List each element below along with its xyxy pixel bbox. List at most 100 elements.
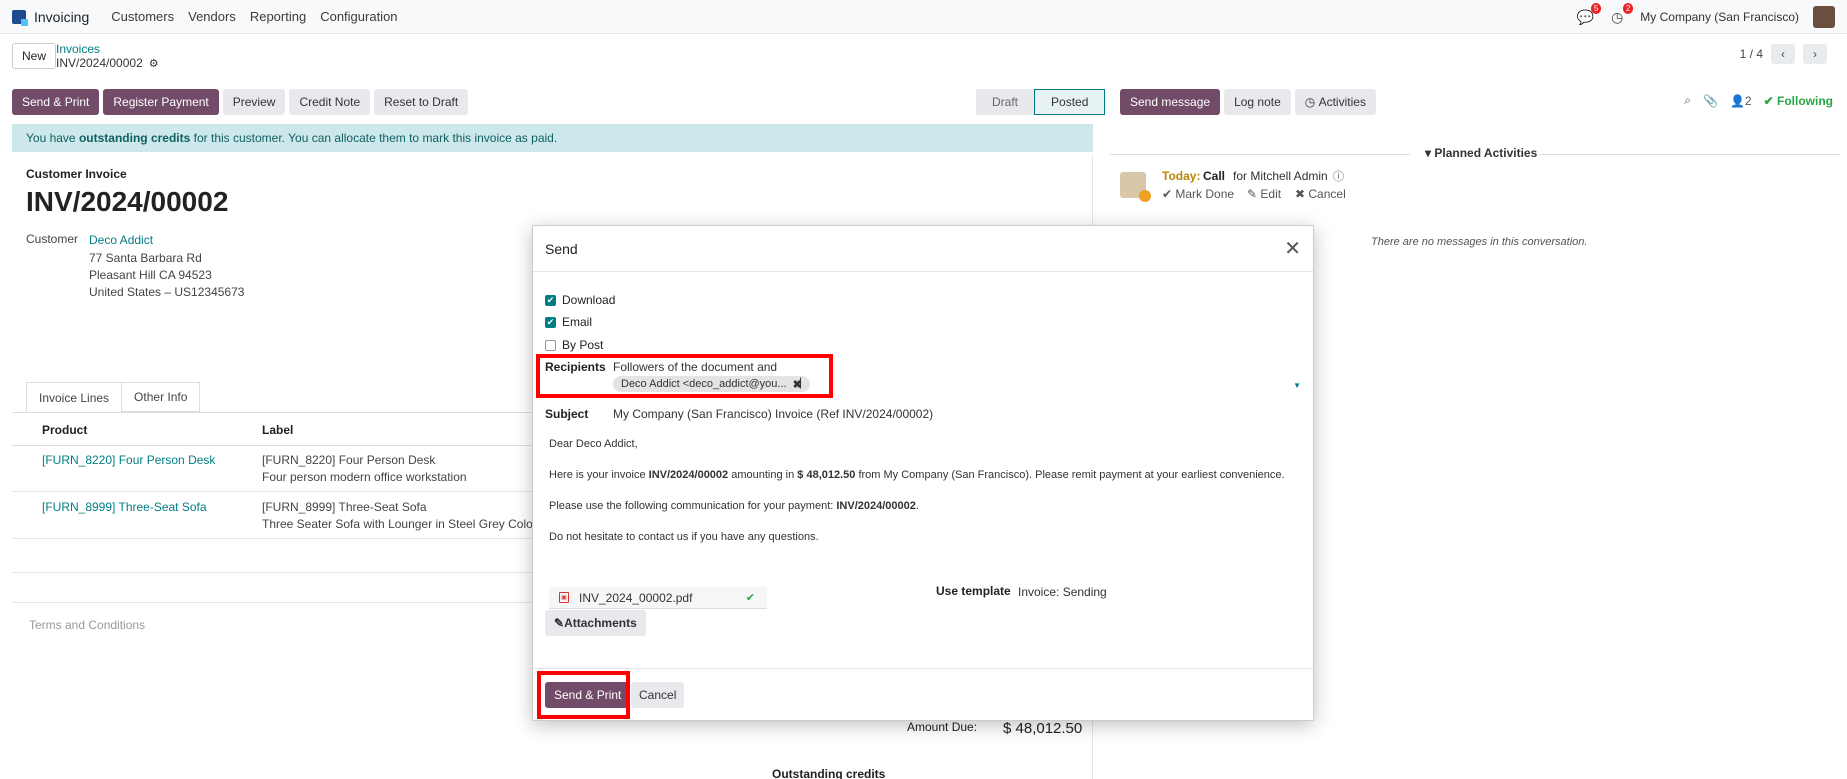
by-post-option[interactable]: By Post [545, 338, 603, 352]
pager-value: 1 / 4 [1739, 47, 1763, 61]
attachment-item[interactable]: ▣ INV_2024_00002.pdf ✔ [549, 587, 767, 609]
planned-activities-divider: ▾ Planned Activities [1110, 146, 1847, 162]
line1-desc: Four person modern office workstation [262, 470, 467, 484]
send-print-button[interactable]: Send & Print [12, 89, 100, 115]
email-label: Email [562, 315, 593, 329]
dialog-cancel-button[interactable]: Cancel [631, 682, 685, 708]
chevron-down-icon[interactable]: ▼ [1293, 381, 1301, 390]
dialog-footer-divider [533, 668, 1315, 669]
activities-badge: 2 [1622, 3, 1634, 14]
line2-a: Please use the following communication f… [549, 500, 837, 512]
download-label: Download [562, 293, 616, 307]
check-icon: ✔ [745, 592, 755, 604]
close-icon[interactable]: ✕ [1284, 236, 1301, 261]
cancel-activity-button[interactable]: ✖ Cancel [1295, 187, 1346, 201]
top-navbar: Invoicing Customers Vendors Reporting Co… [0, 0, 1847, 34]
preview-button[interactable]: Preview [222, 89, 286, 115]
line1-e: from My Company (San Francisco). Please … [855, 469, 1285, 481]
following-button[interactable]: ✔ Following [1764, 94, 1833, 108]
user-avatar[interactable] [1813, 6, 1835, 28]
email-body-line3[interactable]: Do not hesitate to contact us if you hav… [549, 531, 819, 543]
line1-d: $ 48,012.50 [797, 469, 856, 481]
invoicing-app-icon[interactable] [12, 9, 28, 26]
line1-product[interactable]: [FURN_8220] Four Person Desk [42, 453, 215, 467]
paperclip-icon: ✎ [554, 616, 565, 630]
activity-phone-icon [1139, 190, 1151, 202]
address-line-2: Pleasant Hill CA 94523 [89, 268, 212, 282]
email-body-line1[interactable]: Here is your invoice INV/2024/00002 amou… [549, 469, 1285, 481]
planned-activities-toggle[interactable]: ▾ Planned Activities [1425, 146, 1537, 160]
attachments-button[interactable]: ✎ Attachments [545, 610, 646, 636]
menu-reporting[interactable]: Reporting [250, 9, 306, 24]
gear-icon[interactable]: ⚙ [149, 57, 159, 70]
activities-label: Activities [1318, 95, 1366, 109]
email-option[interactable]: ✔ Email [545, 315, 592, 329]
email-body-greeting[interactable]: Dear Deco Addict, [549, 438, 638, 450]
email-checkbox[interactable]: ✔ [545, 316, 556, 328]
attachment-name[interactable]: INV_2024_00002.pdf [579, 591, 692, 605]
line2-desc: Three Seater Sofa with Lounger in Steel … [262, 517, 544, 531]
mark-done-button[interactable]: ✔ Mark Done [1162, 187, 1234, 201]
menu-vendors[interactable]: Vendors [188, 9, 236, 24]
activity-for: for Mitchell Admin [1233, 169, 1328, 183]
pager-next-icon[interactable]: › [1803, 44, 1827, 64]
amount-due-label: Amount Due: [907, 720, 978, 734]
send-dialog: Send ✕ ✔ Download ✔ Email By Post Recipi… [532, 225, 1315, 721]
email-body-line2[interactable]: Please use the following communication f… [549, 500, 919, 512]
subject-label: Subject [545, 407, 589, 421]
use-template-label: Use template [936, 584, 1011, 598]
recipients-highlight [536, 354, 833, 398]
divider-line [1110, 154, 1410, 155]
app-name[interactable]: Invoicing [34, 9, 89, 25]
amount-due-value: $ 48,012.50 [1003, 720, 1083, 737]
pdf-icon: ▣ [559, 592, 569, 603]
address-line-3: United States – US12345673 [89, 285, 245, 299]
alert-prefix: You have [26, 131, 76, 145]
alert-suffix: for this customer. You can allocate them… [193, 131, 558, 145]
by-post-checkbox[interactable] [545, 339, 556, 351]
messages-icon[interactable]: 💬 5 [1576, 3, 1602, 26]
download-checkbox[interactable]: ✔ [545, 294, 556, 306]
followers-button[interactable]: 👤2 [1730, 94, 1752, 108]
activities-button[interactable]: ◷ Activities [1294, 89, 1376, 115]
search-icon[interactable]: ⌕ [1684, 93, 1691, 108]
reset-to-draft-button[interactable]: Reset to Draft [374, 89, 469, 115]
col-product[interactable]: Product [42, 423, 87, 437]
new-button[interactable]: New [12, 43, 57, 69]
info-icon[interactable]: ⓘ [1333, 168, 1344, 184]
activities-clock-icon[interactable]: ◷ 2 [1608, 3, 1634, 26]
register-payment-button[interactable]: Register Payment [103, 89, 219, 115]
by-post-label: By Post [562, 338, 604, 352]
company-switcher[interactable]: My Company (San Francisco) [1640, 10, 1799, 24]
breadcrumb-invoices[interactable]: Invoices [56, 42, 100, 56]
line2-product[interactable]: [FURN_8999] Three-Seat Sofa [42, 500, 207, 514]
menu-configuration[interactable]: Configuration [320, 9, 397, 24]
line1-a: Here is your invoice [549, 469, 649, 481]
line1-label[interactable]: [FURN_8220] Four Person Desk [262, 453, 435, 467]
action-buttons: Send & Print Register Payment Preview Cr… [12, 89, 469, 115]
subject-input[interactable]: My Company (San Francisco) Invoice (Ref … [613, 407, 933, 421]
customer-name-link[interactable]: Deco Addict [89, 233, 153, 247]
edit-activity-button[interactable]: ✎ Edit [1247, 187, 1281, 201]
terms-placeholder[interactable]: Terms and Conditions [29, 618, 145, 632]
credit-note-button[interactable]: Credit Note [289, 89, 371, 115]
tab-invoice-lines[interactable]: Invoice Lines [26, 382, 123, 412]
alert-bold: outstanding credits [78, 131, 191, 145]
tab-other-info[interactable]: Other Info [121, 382, 201, 412]
log-note-button[interactable]: Log note [1224, 89, 1291, 115]
mark-done-label: Mark Done [1175, 187, 1235, 201]
address-line-1: 77 Santa Barbara Rd [89, 251, 202, 265]
messages-badge: 5 [1590, 3, 1602, 14]
send-message-button[interactable]: Send message [1120, 89, 1221, 115]
line2-label[interactable]: [FURN_8999] Three-Seat Sofa [262, 500, 427, 514]
chatter-tools: ⌕ 📎 👤2 ✔ Following [1684, 93, 1833, 108]
pager-prev-icon[interactable]: ‹ [1771, 44, 1795, 64]
paperclip-icon[interactable]: 📎 [1703, 94, 1718, 108]
col-label[interactable]: Label [262, 423, 293, 437]
outstanding-credits-heading: Outstanding credits [772, 767, 886, 779]
download-option[interactable]: ✔ Download [545, 293, 615, 307]
status-posted[interactable]: Posted [1034, 89, 1106, 115]
menu-customers[interactable]: Customers [111, 9, 174, 24]
use-template-select[interactable]: Invoice: Sending [1018, 585, 1107, 599]
status-draft[interactable]: Draft [976, 89, 1035, 115]
